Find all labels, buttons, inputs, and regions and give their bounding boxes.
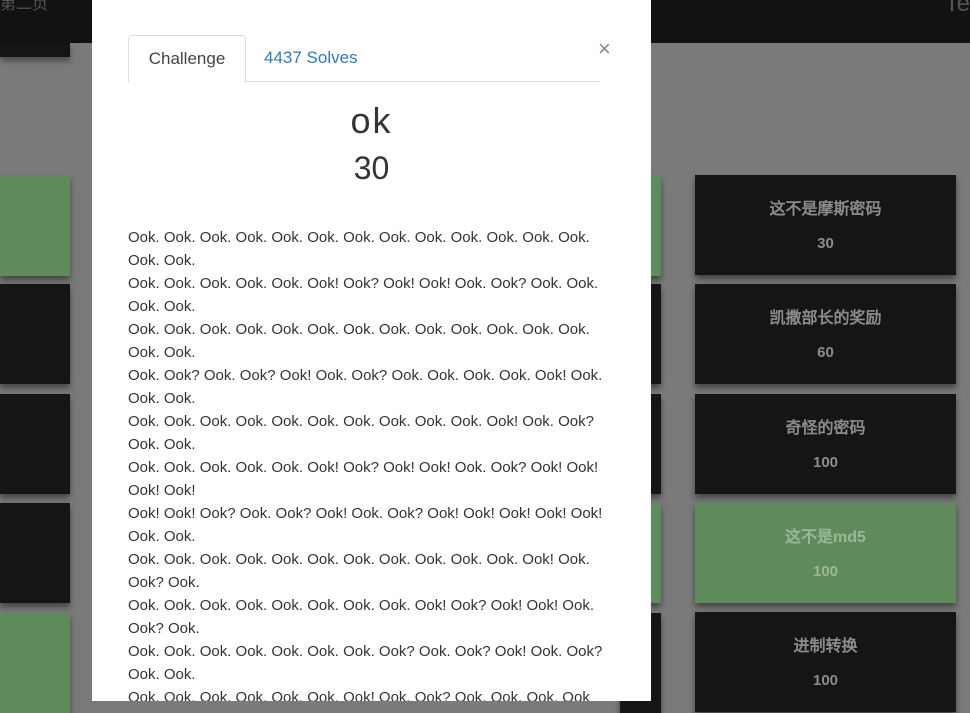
challenge-name: 这不是摩斯密码: [769, 201, 882, 218]
description-line: Ook. Ook. Ook. Ook. Ook. Ook! Ook? Ook! …: [128, 459, 599, 499]
tab-challenge[interactable]: Challenge: [128, 35, 246, 83]
challenge-description: Ook. Ook. Ook. Ook. Ook. Ook. Ook. Ook. …: [128, 226, 613, 701]
challenge-name: 奇怪的密码: [785, 420, 866, 437]
description-line: Ook. Ook. Ook. Ook. Ook. Ook. Ook! Ook. …: [128, 689, 590, 701]
challenge-value: 30: [817, 235, 834, 252]
challenge-points: 30: [353, 150, 390, 186]
challenge-title: ok: [350, 100, 393, 141]
challenge-value: 60: [817, 344, 834, 361]
challenge-card[interactable]: [0, 394, 70, 494]
challenge-card[interactable]: 进制转换 100: [695, 612, 956, 712]
challenge-card[interactable]: [0, 613, 70, 713]
challenge-card[interactable]: [0, 503, 70, 603]
description-line: Ook. Ook? Ook. Ook? Ook! Ook. Ook? Ook. …: [128, 367, 603, 407]
challenge-modal: Challenge 4437 Solves × ok 30 Ook. Ook. …: [92, 0, 651, 701]
challenge-name: 凯撒部长的奖励: [769, 310, 882, 327]
description-line: Ook. Ook. Ook. Ook. Ook. Ook. Ook. Ook. …: [128, 551, 590, 591]
description-line: Ook. Ook. Ook. Ook. Ook. Ook. Ook. Ook. …: [128, 413, 594, 453]
nav-link[interactable]: 第二页: [0, 0, 48, 14]
card-edge: [0, 43, 70, 57]
challenge-card[interactable]: [0, 284, 70, 384]
nav-team-link[interactable]: Te: [945, 0, 970, 18]
challenge-value: 100: [812, 672, 839, 689]
challenge-name: 这不是md5: [785, 529, 866, 546]
modal-tabs: Challenge 4437 Solves: [128, 35, 600, 83]
challenge-card[interactable]: 这不是摩斯密码 30: [695, 175, 956, 275]
close-icon[interactable]: ×: [598, 36, 611, 62]
description-line: Ook. Ook. Ook. Ook. Ook. Ook! Ook? Ook! …: [128, 275, 599, 315]
challenge-name: 进制转换: [793, 638, 858, 655]
challenge-card[interactable]: 奇怪的密码 100: [695, 394, 956, 494]
challenge-card[interactable]: [0, 176, 70, 276]
description-line: Ook! Ook! Ook? Ook. Ook? Ook! Ook. Ook? …: [128, 505, 603, 545]
challenge-card-solved[interactable]: 这不是md5 100: [695, 503, 956, 603]
challenge-value: 100: [812, 454, 839, 471]
challenge-card[interactable]: 凯撒部长的奖励 60: [695, 284, 956, 384]
description-line: Ook. Ook. Ook. Ook. Ook. Ook. Ook. Ook. …: [128, 597, 594, 637]
tab-solves[interactable]: 4437 Solves: [264, 35, 358, 81]
description-line: Ook. Ook. Ook. Ook. Ook. Ook. Ook. Ook. …: [128, 229, 590, 269]
challenge-value: 100: [812, 563, 839, 580]
description-line: Ook. Ook. Ook. Ook. Ook. Ook. Ook. Ook? …: [128, 643, 603, 683]
description-line: Ook. Ook. Ook. Ook. Ook. Ook. Ook. Ook. …: [128, 321, 590, 361]
